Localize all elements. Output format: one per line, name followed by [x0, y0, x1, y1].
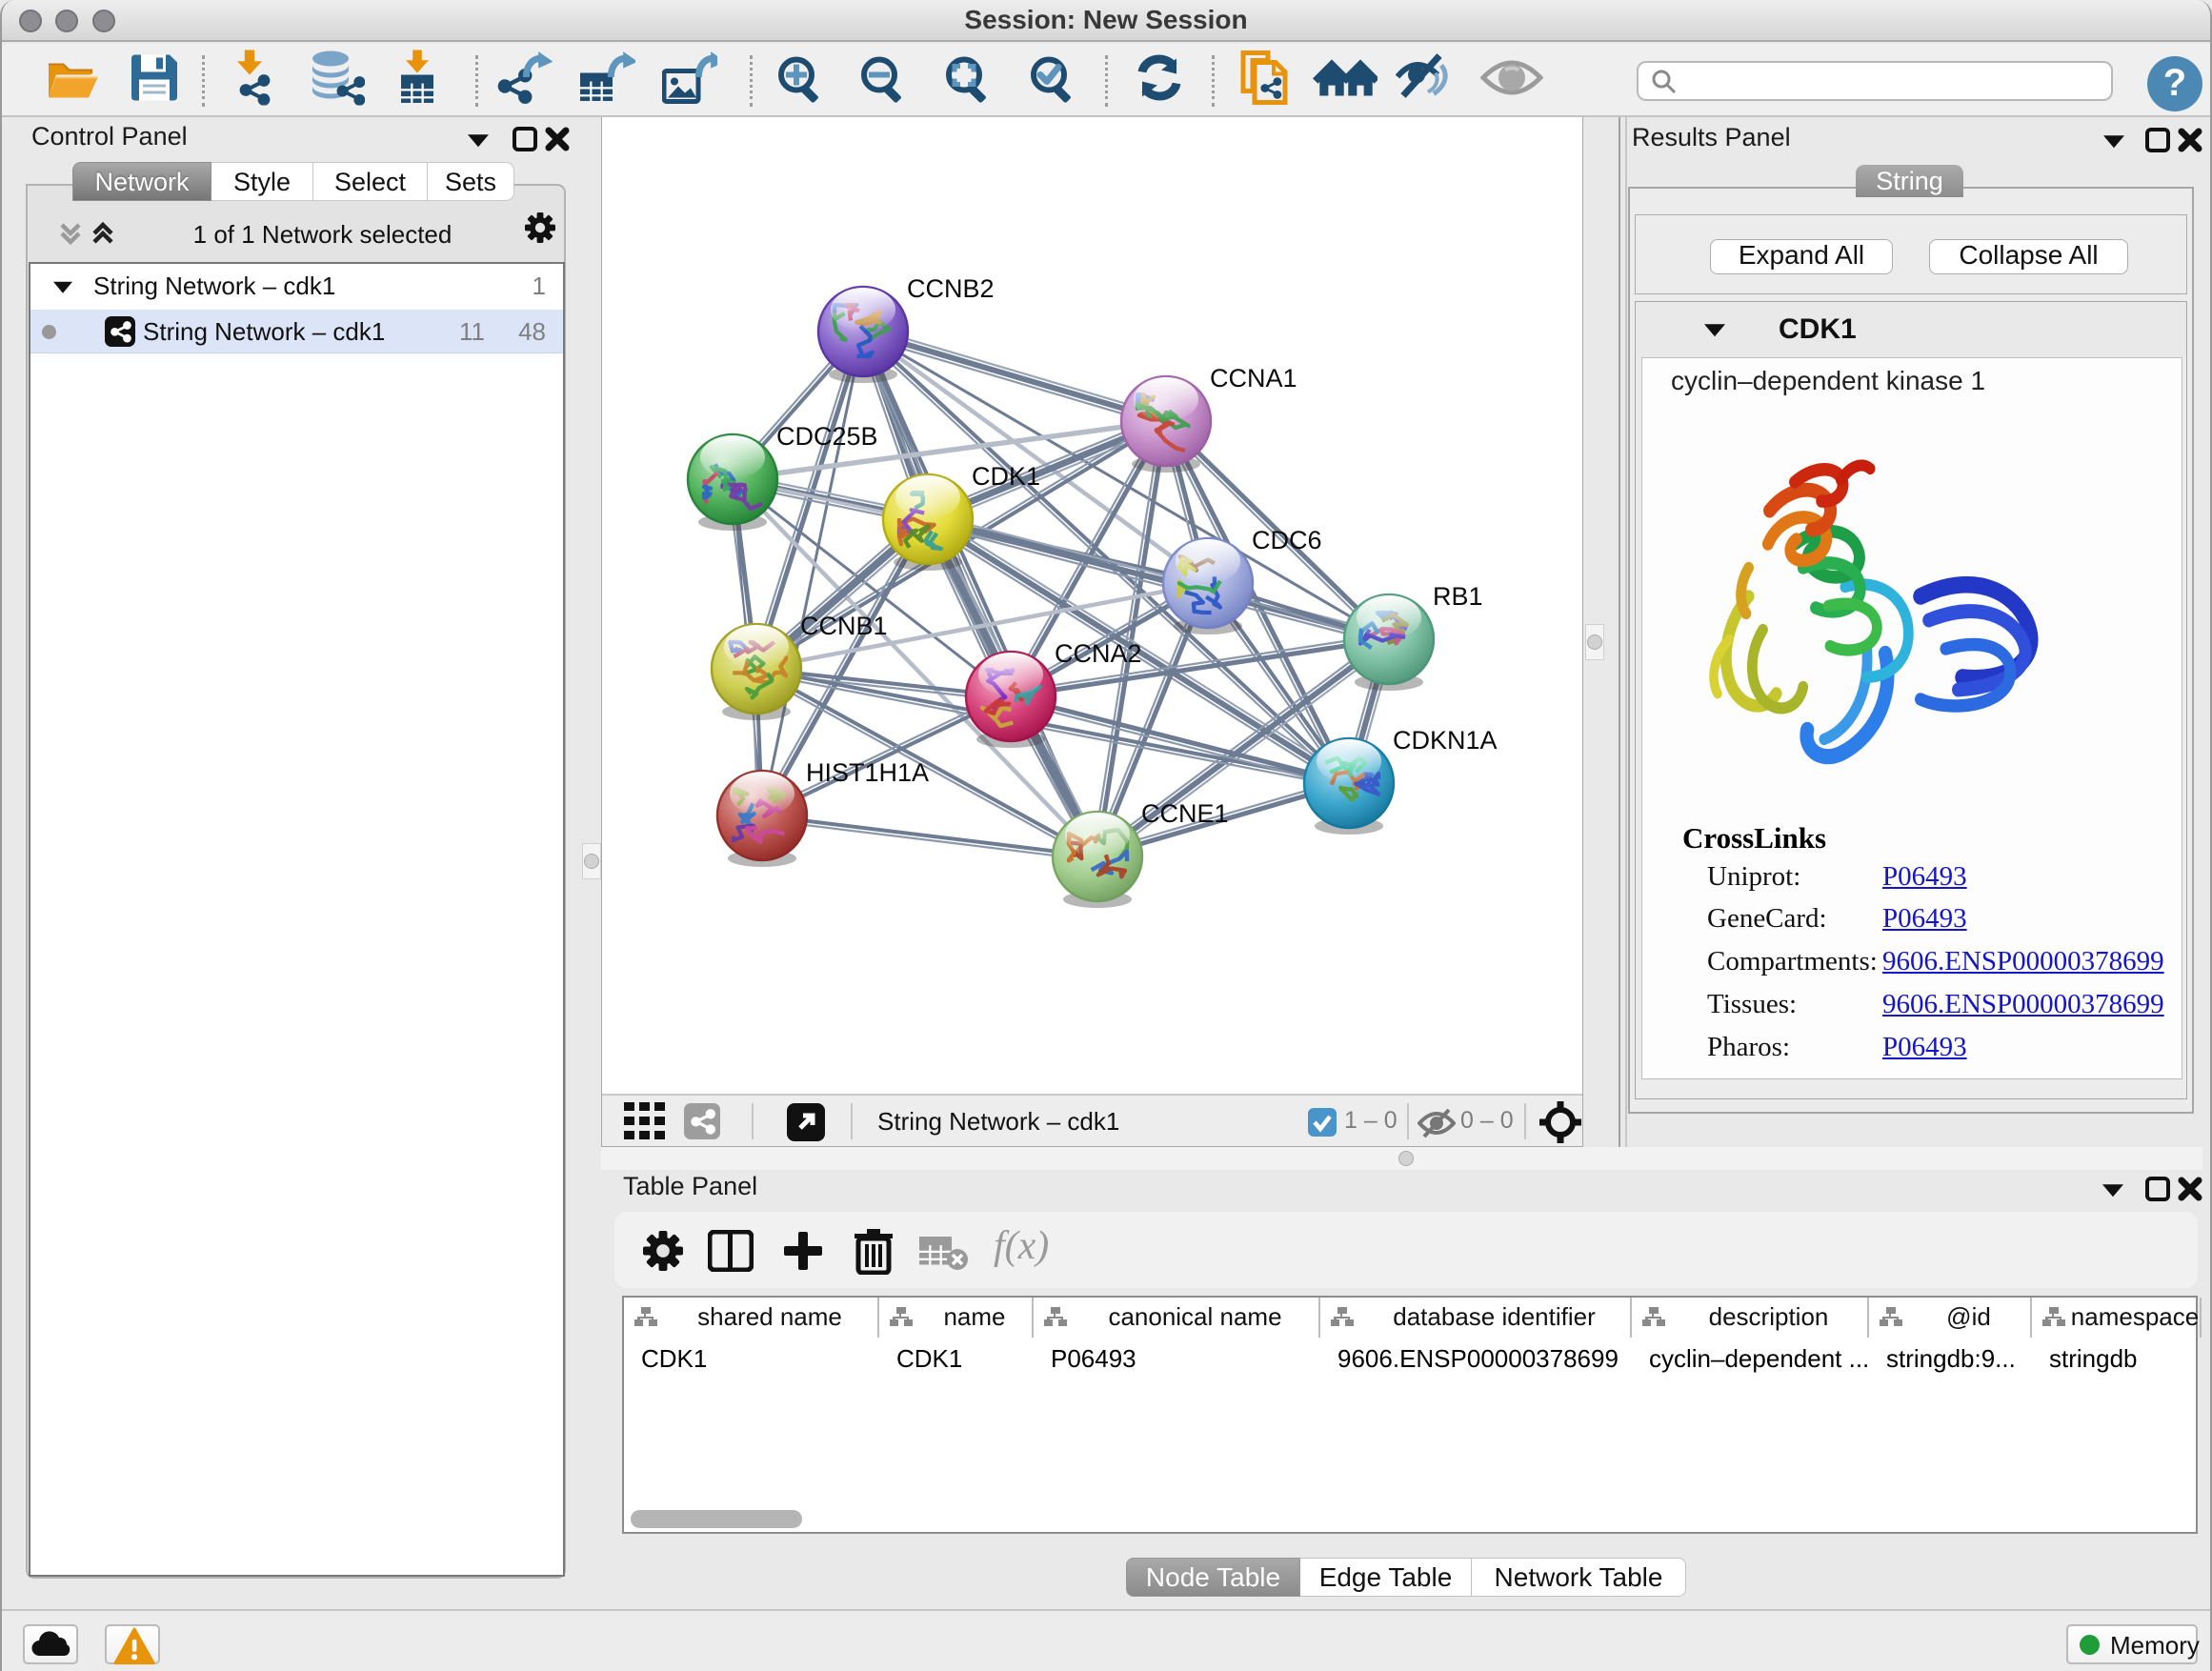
- svg-text:CCNE1: CCNE1: [1141, 799, 1229, 828]
- svg-text:CCNB2: CCNB2: [907, 274, 995, 303]
- svg-text:RB1: RB1: [1433, 582, 1483, 611]
- svg-text:HIST1H1A: HIST1H1A: [806, 758, 929, 787]
- svg-text:CCNB1: CCNB1: [800, 612, 888, 640]
- svg-text:CCNA2: CCNA2: [1055, 639, 1142, 668]
- svg-text:CDK1: CDK1: [972, 462, 1040, 491]
- svg-text:CCNA1: CCNA1: [1210, 364, 1297, 393]
- svg-text:CDC25B: CDC25B: [776, 422, 878, 451]
- svg-text:CDC6: CDC6: [1252, 526, 1322, 554]
- svg-text:CDKN1A: CDKN1A: [1393, 726, 1498, 755]
